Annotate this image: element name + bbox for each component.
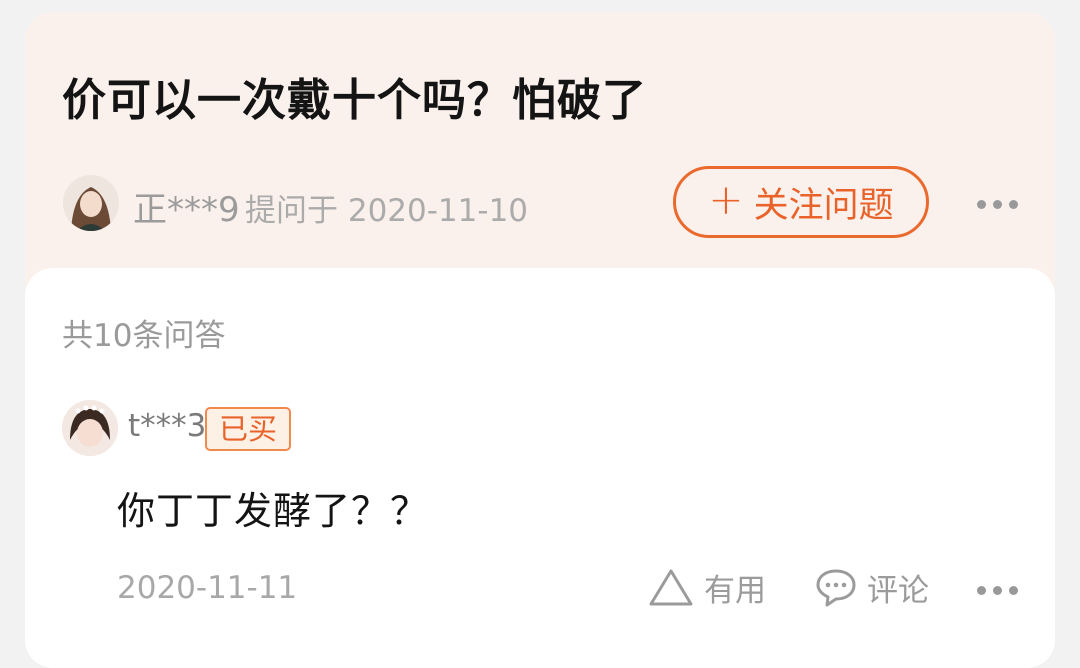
answer-item: t***3 已买 你丁丁发酵了？？ 2020-11-11 有用 评论 <box>25 390 1055 650</box>
asker-avatar[interactable] <box>63 175 119 231</box>
answer-count: 共10条问答 <box>62 318 226 354</box>
answer-card: 共10条问答 t***3 已买 你丁丁发酵了？？ 2020-11-11 有用 评… <box>25 268 1055 668</box>
question-card: 价可以一次戴十个吗？怕破了 正***9 提问于 2020-11-10 + 关注问… <box>25 12 1055 312</box>
question-title: 价可以一次戴十个吗？怕破了 <box>62 75 647 126</box>
answerer-name: t***3 <box>128 408 207 444</box>
useful-button[interactable]: 有用 <box>648 565 766 609</box>
useful-label: 有用 <box>704 572 766 609</box>
asker-name: 正***9 <box>133 190 240 230</box>
asker-row: 正***9 提问于 2020-11-10 + 关注问题 <box>25 162 1055 242</box>
follow-question-label: 关注问题 <box>753 185 894 226</box>
more-dots-icon[interactable] <box>977 584 1021 596</box>
answer-date: 2020-11-11 <box>117 570 298 606</box>
bought-badge: 已买 <box>205 407 292 451</box>
asked-date: 提问于 2020-11-10 <box>245 193 529 229</box>
answerer-avatar[interactable] <box>62 400 118 456</box>
comment-label: 评论 <box>867 572 929 609</box>
answer-text: 你丁丁发酵了？？ <box>117 489 430 533</box>
comment-button[interactable]: 评论 <box>815 565 929 609</box>
triangle-up-icon <box>649 569 693 606</box>
chat-bubble-icon <box>816 569 856 607</box>
more-dots-icon[interactable] <box>977 198 1021 210</box>
plus-icon: + <box>708 175 744 224</box>
follow-question-button[interactable]: + 关注问题 <box>673 166 929 238</box>
avatar-image <box>62 400 118 456</box>
avatar-image <box>63 175 119 231</box>
